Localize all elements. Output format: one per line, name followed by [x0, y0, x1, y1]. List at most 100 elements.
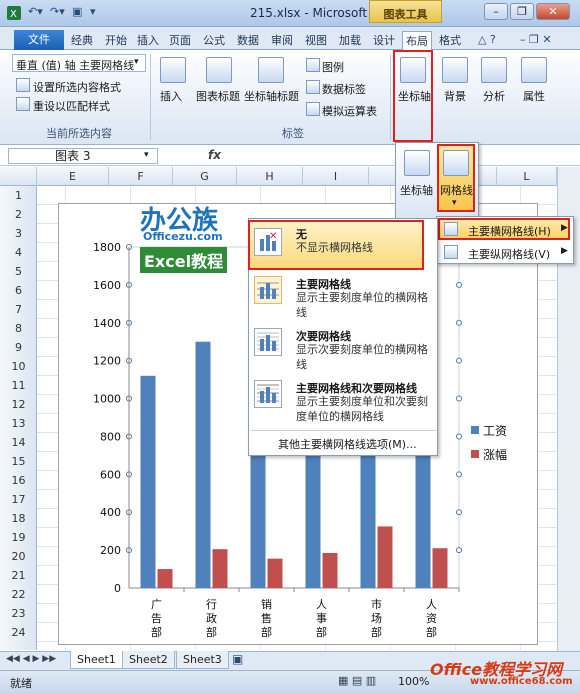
row-header[interactable]: 6: [0, 281, 37, 300]
row-header[interactable]: 18: [0, 509, 37, 528]
row-header[interactable]: 19: [0, 528, 37, 547]
row-header[interactable]: 8: [0, 319, 37, 338]
major-vertical-gridlines-item[interactable]: 主要纵网格线(V): [468, 246, 550, 262]
redo-icon[interactable]: ↷▾: [50, 5, 65, 21]
chevron-down-icon: ▾: [144, 150, 149, 160]
row-header[interactable]: 13: [0, 414, 37, 433]
row-header[interactable]: 1: [0, 186, 37, 205]
row-headers: 1 2 3 4 5 6 7 8 9 10 11 12 13 14 15 16 17 18 19 20 21 22 23 24: [0, 186, 37, 650]
column-header[interactable]: G: [173, 167, 237, 186]
row-header[interactable]: 9: [0, 338, 37, 357]
undo-icon[interactable]: ↶▾: [28, 5, 43, 21]
row-header[interactable]: 23: [0, 604, 37, 623]
column-header[interactable]: I: [303, 167, 369, 186]
tab-design[interactable]: 设计: [370, 31, 398, 50]
row-header[interactable]: 21: [0, 566, 37, 585]
tab-addins[interactable]: 加载: [336, 31, 364, 50]
analysis-button[interactable]: 分析: [483, 88, 505, 104]
option-none-desc: 不显示横网格线: [296, 241, 373, 254]
background-button[interactable]: 背景: [444, 88, 466, 104]
data-labels-button[interactable]: 数据标签: [322, 81, 366, 97]
column-header[interactable]: F: [109, 167, 173, 186]
x-tick-label: 人: [316, 598, 327, 611]
gridline-handle: [456, 471, 462, 478]
tab-page-layout[interactable]: 页面: [166, 31, 194, 50]
row-header[interactable]: 16: [0, 471, 37, 490]
bar-涨幅: [267, 558, 283, 588]
axes-button[interactable]: 坐标轴: [398, 88, 431, 104]
tab-home[interactable]: 开始: [102, 31, 130, 50]
more-gridline-options[interactable]: 其他主要横网格线选项(M)...: [278, 436, 417, 452]
legend-button[interactable]: 图例: [322, 59, 344, 75]
reset-style-button[interactable]: 重设以匹配样式: [33, 98, 110, 114]
sheet-tab[interactable]: Sheet3: [176, 651, 229, 669]
column-header[interactable]: H: [237, 167, 303, 186]
tab-classic[interactable]: 经典: [68, 31, 96, 50]
chart-title-button[interactable]: 图表标题: [196, 88, 240, 104]
row-header[interactable]: 7: [0, 300, 37, 319]
tab-format[interactable]: 格式: [436, 31, 464, 50]
new-sheet-icon[interactable]: ▣: [232, 652, 243, 666]
axis-titles-button[interactable]: 坐标轴标题: [244, 88, 299, 104]
workbook-window-controls[interactable]: – ❐ ✕: [520, 33, 552, 46]
row-header[interactable]: 3: [0, 224, 37, 243]
help-icon[interactable]: △ ?: [478, 33, 496, 46]
minimize-button[interactable]: –: [484, 3, 508, 20]
column-header[interactable]: L: [497, 167, 557, 186]
tab-file[interactable]: 文件: [14, 30, 64, 50]
tab-formulas[interactable]: 公式: [200, 31, 228, 50]
row-header[interactable]: 22: [0, 585, 37, 604]
zoom-level[interactable]: 100%: [398, 675, 429, 688]
row-header[interactable]: 5: [0, 262, 37, 281]
tab-insert[interactable]: 插入: [134, 31, 162, 50]
tab-data[interactable]: 数据: [234, 31, 262, 50]
properties-icon: [521, 57, 547, 83]
row-header[interactable]: 2: [0, 205, 37, 224]
name-box[interactable]: 图表 3: [8, 148, 158, 164]
row-header[interactable]: 11: [0, 376, 37, 395]
sheet-tab[interactable]: Sheet1: [70, 651, 123, 669]
insert-function-icon[interactable]: fx: [208, 148, 221, 162]
option-major-desc: 显示主要刻度单位的横网格线: [296, 291, 428, 319]
view-buttons-icon[interactable]: ▦ ▤ ▥: [338, 674, 376, 687]
minor-gridlines-icon: [254, 328, 282, 356]
tab-layout[interactable]: 布局: [402, 31, 432, 50]
select-all-corner[interactable]: [0, 167, 37, 186]
properties-button[interactable]: 属性: [523, 88, 545, 104]
group-separator: [390, 54, 391, 140]
sheet-tab[interactable]: Sheet2: [122, 651, 175, 669]
x-tick-label: 部: [206, 625, 217, 639]
insert-button[interactable]: 插入: [160, 88, 182, 104]
axes-icon: [400, 57, 426, 83]
data-labels-icon: [306, 80, 320, 94]
save-icon[interactable]: ▣: [72, 5, 82, 21]
option-major-minor-desc: 显示主要刻度单位和次要刻度单位的横网格线: [296, 395, 428, 423]
row-header[interactable]: 20: [0, 547, 37, 566]
y-tick-label: 1000: [93, 393, 121, 406]
sheet-navigation-icon[interactable]: ◀◀ ◀ ▶ ▶▶: [6, 654, 56, 664]
row-header[interactable]: 24: [0, 623, 37, 642]
customize-qat-icon[interactable]: ▾: [90, 5, 96, 21]
x-tick-label: 政: [206, 611, 217, 625]
row-header[interactable]: 4: [0, 243, 37, 262]
row-header[interactable]: 15: [0, 452, 37, 471]
axes-submenu-button[interactable]: 坐标轴: [400, 182, 433, 198]
close-button[interactable]: ✕: [536, 3, 570, 20]
row-header[interactable]: 12: [0, 395, 37, 414]
excel-app-icon[interactable]: X: [6, 5, 22, 21]
row-header[interactable]: 10: [0, 357, 37, 376]
restore-button[interactable]: ❐: [510, 3, 534, 20]
row-header[interactable]: 14: [0, 433, 37, 452]
tab-view[interactable]: 视图: [302, 31, 330, 50]
menu-divider: [250, 430, 436, 431]
chart-elements-dropdown[interactable]: 垂直 (值) 轴 主要网格线: [12, 54, 146, 72]
data-table-button[interactable]: 模拟运算表: [322, 103, 377, 119]
bottom-watermark-url: www.office68.com: [470, 676, 573, 687]
row-header[interactable]: 17: [0, 490, 37, 509]
tab-review[interactable]: 审阅: [268, 31, 296, 50]
x-tick-label: 市: [371, 597, 382, 611]
vertical-gridlines-icon: [444, 245, 458, 259]
column-header[interactable]: E: [37, 167, 109, 186]
format-selection-button[interactable]: 设置所选内容格式: [33, 79, 121, 95]
gridline-handle: [456, 433, 462, 440]
